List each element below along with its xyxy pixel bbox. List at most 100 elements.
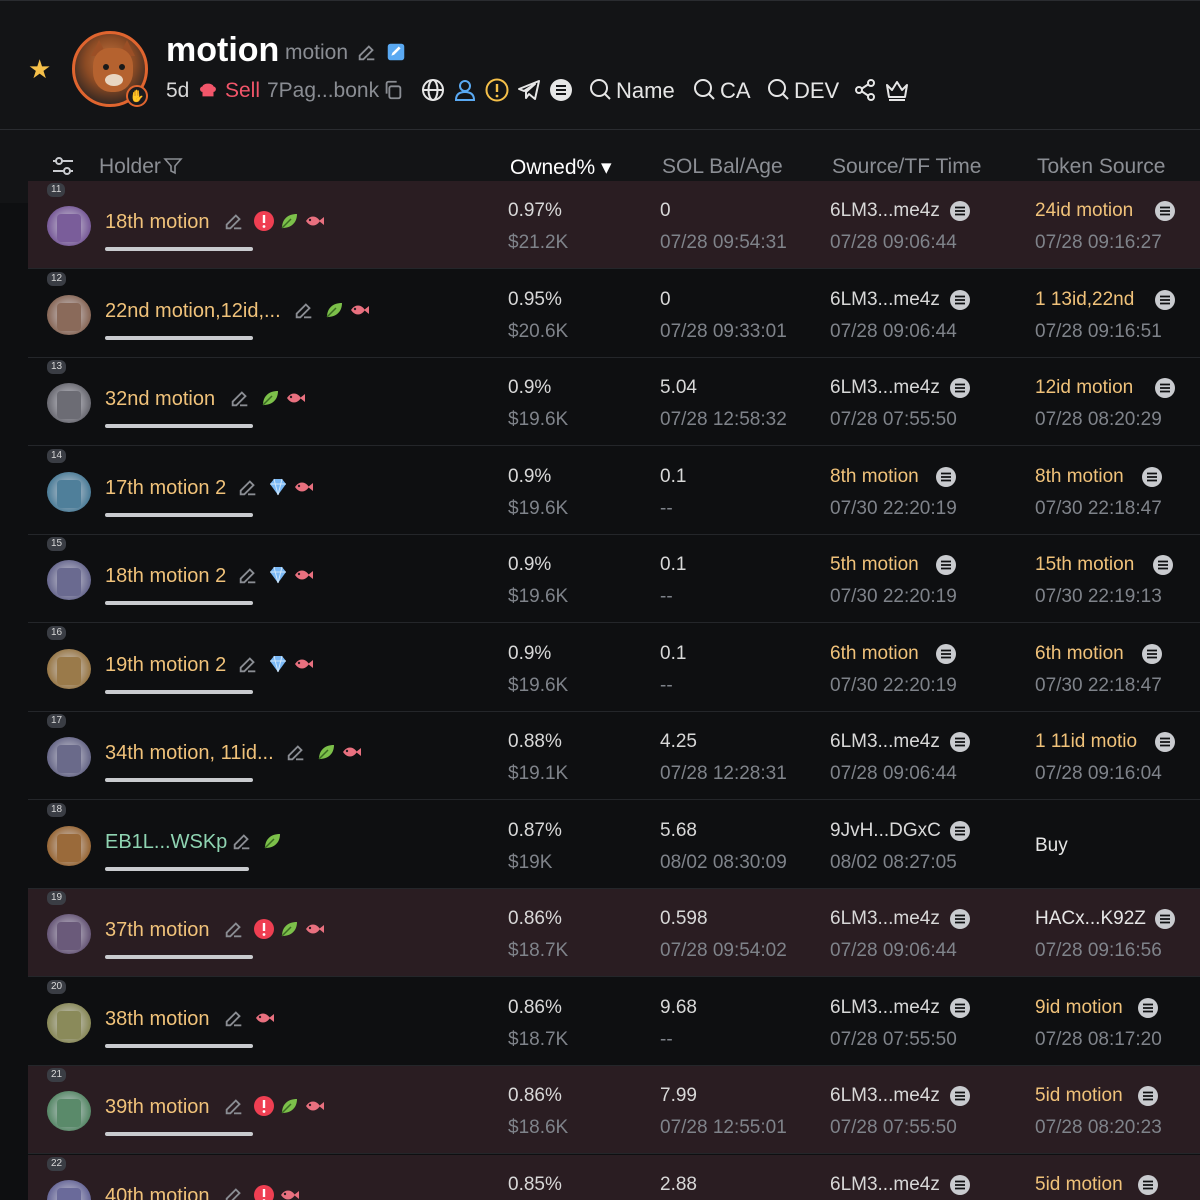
funding-source[interactable]: 6LM3...me4z xyxy=(830,997,946,1019)
rank-badge: 17 xyxy=(47,714,67,728)
edit-pencil-icon[interactable] xyxy=(293,299,315,321)
col-owned[interactable]: Owned% ▾ xyxy=(510,155,612,180)
search-name-icon[interactable] xyxy=(588,77,614,103)
fish-icon xyxy=(340,741,362,763)
funding-time: 07/28 07:55:50 xyxy=(830,409,957,430)
table-row[interactable]: 19 37th motion 0.86% $18.7K 0.598 07/28 09:54… xyxy=(28,889,1200,977)
funding-source[interactable]: 6LM3...me4z xyxy=(830,289,946,311)
table-row[interactable]: 20 38th motion 0.86% $18.7K 9.68 -- 6LM3...me4… xyxy=(28,978,1200,1066)
edit-pencil-icon[interactable] xyxy=(223,1007,245,1029)
table-row[interactable]: 11 18th motion 0.97% $21.2K 0 07/28 09:54:31 6… xyxy=(28,181,1200,269)
funding-source[interactable]: 6LM3...me4z xyxy=(830,1085,946,1107)
holder-name[interactable]: 34th motion, 11id... xyxy=(105,742,274,765)
edit-pencil-icon[interactable] xyxy=(229,387,251,409)
edit-pencil-icon[interactable] xyxy=(223,1184,245,1200)
holder-avatar xyxy=(47,295,91,335)
edit-pencil-icon[interactable] xyxy=(356,41,378,63)
funding-source[interactable]: 6LM3...me4z xyxy=(830,731,946,753)
copy-icon[interactable] xyxy=(382,79,404,101)
holder-name[interactable]: 37th motion xyxy=(105,919,210,942)
holder-name[interactable]: 19th motion 2 xyxy=(105,654,226,677)
holder-name[interactable]: 18th motion 2 xyxy=(105,565,226,588)
funding-source[interactable]: 6th motion xyxy=(830,643,946,665)
warning-icon[interactable] xyxy=(484,77,510,103)
warning-badge-icon xyxy=(253,1095,275,1117)
holder-name[interactable]: 18th motion xyxy=(105,211,210,234)
crown-icon[interactable] xyxy=(884,77,910,103)
col-holder[interactable]: Holder xyxy=(99,155,183,179)
funding-source[interactable]: 6LM3...me4z xyxy=(830,200,946,222)
col-sol-bal-age[interactable]: SOL Bal/Age xyxy=(662,155,783,179)
edit-pencil-icon[interactable] xyxy=(237,476,259,498)
holder-name[interactable]: 39th motion xyxy=(105,1096,210,1119)
search-dev-icon[interactable] xyxy=(766,77,792,103)
holder-name[interactable]: 17th motion 2 xyxy=(105,477,226,500)
holder-avatar xyxy=(47,826,91,866)
share-icon[interactable] xyxy=(852,77,878,103)
holder-name[interactable]: 22nd motion,12id,... xyxy=(105,300,281,323)
funding-source[interactable]: 6LM3...me4z xyxy=(830,377,946,399)
label-tag-icon[interactable] xyxy=(385,41,407,63)
search-dev-label[interactable]: DEV xyxy=(794,78,839,104)
sell-label[interactable]: Sell xyxy=(225,79,260,103)
funding-source[interactable]: 9JvH...DGxC xyxy=(830,820,946,842)
token-source[interactable]: 24id motion xyxy=(1035,200,1151,222)
diamond-icon xyxy=(267,564,289,586)
edit-pencil-icon[interactable] xyxy=(231,830,253,852)
funding-source[interactable]: 5th motion xyxy=(830,554,946,576)
table-row[interactable]: 14 17th motion 2 0.9% $19.6K 0.1 -- 8th motion… xyxy=(28,447,1200,535)
token-source[interactable]: 6th motion xyxy=(1035,643,1151,665)
token-source[interactable]: 5id motion xyxy=(1035,1085,1151,1107)
website-globe-icon[interactable] xyxy=(420,77,446,103)
token-source[interactable]: 8th motion xyxy=(1035,466,1151,488)
funding-source[interactable]: 8th motion xyxy=(830,466,946,488)
col-token-source[interactable]: Token Source xyxy=(1037,155,1165,179)
funding-source[interactable]: 6LM3...me4z xyxy=(830,908,946,930)
token-source[interactable]: 1 11id motio xyxy=(1035,731,1151,753)
solana-icon xyxy=(949,200,971,222)
wallet-age: -- xyxy=(660,1029,673,1050)
holder-name[interactable]: 32nd motion xyxy=(105,388,215,411)
token-source[interactable]: 12id motion xyxy=(1035,377,1151,399)
edit-pencil-icon[interactable] xyxy=(285,741,307,763)
holder-name[interactable]: 38th motion xyxy=(105,1008,210,1031)
table-row[interactable]: 13 32nd motion 0.9% $19.6K 5.04 07/28 12:58:3… xyxy=(28,358,1200,446)
search-ca-icon[interactable] xyxy=(692,77,718,103)
token-time: 07/30 22:19:13 xyxy=(1035,586,1162,607)
col-source-tf-time[interactable]: Source/TF Time xyxy=(832,155,981,179)
token-source[interactable]: 9id motion xyxy=(1035,997,1151,1019)
table-row[interactable]: 18 EB1L...WSKp 0.87% $19K 5.68 08/02 08:30:09… xyxy=(28,801,1200,889)
edit-pencil-icon[interactable] xyxy=(237,653,259,675)
user-profile-icon[interactable] xyxy=(452,77,478,103)
edit-pencil-icon[interactable] xyxy=(223,210,245,232)
token-source[interactable]: 1 13id,22nd xyxy=(1035,289,1151,311)
fish-icon xyxy=(348,299,370,321)
table-row[interactable]: 12 22nd motion,12id,... 0.95% $20.6K 0 07/28 … xyxy=(28,270,1200,358)
search-name-label[interactable]: Name xyxy=(616,78,675,104)
edit-pencil-icon[interactable] xyxy=(237,564,259,586)
rank-badge: 14 xyxy=(47,449,67,463)
funding-source[interactable]: 6LM3...me4z xyxy=(830,1174,946,1196)
edit-pencil-icon[interactable] xyxy=(223,1095,245,1117)
table-row[interactable]: 17 34th motion, 11id... 0.88% $19.1K 4.25 07/… xyxy=(28,712,1200,800)
fish-icon xyxy=(292,476,314,498)
search-ca-label[interactable]: CA xyxy=(720,78,751,104)
table-row[interactable]: 16 19th motion 2 0.9% $19.6K 0.1 -- 6th motion… xyxy=(28,624,1200,712)
edit-pencil-icon[interactable] xyxy=(223,918,245,940)
token-source[interactable]: 15th motion xyxy=(1035,554,1151,576)
holder-name[interactable]: 40th motion xyxy=(105,1185,210,1200)
settings-sliders-icon[interactable] xyxy=(50,153,76,179)
leaf-icon xyxy=(259,387,281,409)
table-row[interactable]: 21 39th motion 0.86% $18.6K 7.99 07/28 12:55:… xyxy=(28,1066,1200,1154)
solana-icon[interactable] xyxy=(548,77,574,103)
wallet-age: 07/28 09:54:02 xyxy=(660,940,787,961)
telegram-icon[interactable] xyxy=(516,77,542,103)
table-row[interactable]: 22 40th motion 0.85% 2.88 6LM3...me4z 5id mot… xyxy=(28,1155,1200,1200)
holder-name[interactable]: EB1L...WSKp xyxy=(105,831,227,854)
owned-usd: $19.1K xyxy=(508,763,569,784)
table-row[interactable]: 15 18th motion 2 0.9% $19.6K 0.1 -- 5th motion… xyxy=(28,535,1200,623)
favorite-star-icon[interactable]: ★ xyxy=(28,56,51,82)
token-source[interactable]: HACx...K92Z xyxy=(1035,908,1151,930)
filter-funnel-icon[interactable] xyxy=(163,156,183,176)
token-source[interactable]: 5id motion xyxy=(1035,1174,1151,1196)
